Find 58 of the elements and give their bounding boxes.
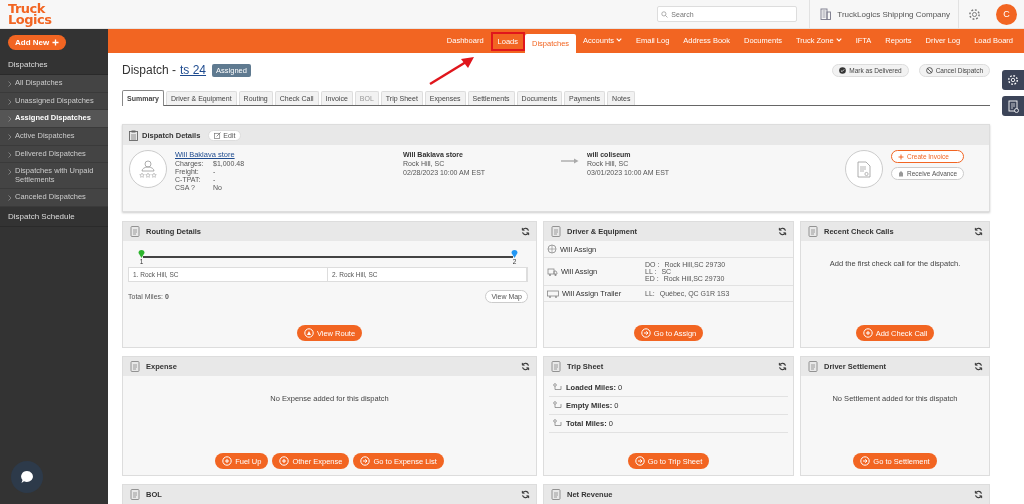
chevron-icon [8,151,12,158]
route-icon [303,328,314,338]
check-icon [839,66,847,74]
refresh-icon[interactable] [778,362,787,371]
settings-icon [1007,74,1019,86]
route-icon [553,419,563,428]
page-title: Dispatch - [122,63,177,77]
arrow-icon [860,456,871,466]
refresh-icon[interactable] [974,490,983,499]
chevron-icon [8,98,12,105]
clipboard-icon [129,129,138,141]
cancel-icon [925,66,933,74]
refresh-icon[interactable] [521,490,530,499]
building-icon [820,8,832,20]
document-icon [1007,99,1019,113]
annotation-arrow [428,56,475,86]
truck-icon [547,266,558,277]
refresh-icon[interactable] [521,227,530,236]
chevron-icon [8,195,12,202]
plus-icon [279,456,290,466]
notes-tool-button[interactable] [1002,96,1024,116]
plus-icon [52,38,60,46]
route-icon [553,383,563,392]
plus-icon [862,328,873,338]
plus-icon [898,153,904,160]
chevron-icon [8,81,12,87]
refresh-icon[interactable] [974,362,983,371]
invoice-icon [857,160,871,178]
chat-icon [20,470,34,484]
globe-icon [547,244,557,254]
settings-icon[interactable] [968,7,981,21]
arrow-icon [561,158,579,164]
panel-icon [129,225,142,238]
sidebar-section[interactable]: Dispatch Schedule [0,207,108,227]
refresh-icon[interactable] [778,227,787,236]
arrow-icon [640,328,651,338]
arrow-icon [360,456,371,466]
company-name[interactable]: TruckLogics Shipping Company [837,9,950,19]
panel-icon [550,488,563,501]
chevron-icon [8,116,12,123]
dispatch-link[interactable]: ts 24 [180,63,207,77]
panel-icon [129,488,142,501]
refresh-icon[interactable] [521,362,530,371]
arrow-icon [634,456,645,466]
trailer-icon [547,289,559,298]
chevron-icon [8,133,12,140]
panel-icon [807,360,820,373]
panel-icon [129,360,142,373]
panel-icon [550,225,563,238]
edit-icon [214,131,222,139]
refresh-icon[interactable] [974,227,983,236]
plus-icon [222,456,233,466]
panel-icon [550,360,563,373]
settings-tool-button[interactable] [1002,70,1024,90]
chevron-icon [8,169,12,176]
route-icon [553,401,563,410]
panel-icon [807,225,820,238]
person-rating-icon [137,160,159,178]
